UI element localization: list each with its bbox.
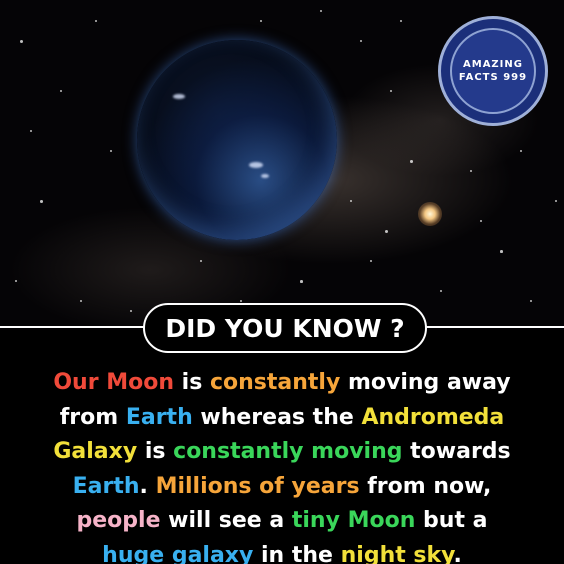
star <box>15 280 17 282</box>
did-you-know-badge: DID YOU KNOW ? <box>143 303 427 353</box>
star <box>500 250 503 253</box>
fact-segment: from <box>59 404 126 430</box>
star <box>480 220 482 222</box>
fact-segment: but a <box>415 508 488 533</box>
fact-segment: will see a <box>160 508 292 533</box>
logo-text-line1: AMAZING <box>463 59 523 70</box>
star <box>555 200 558 203</box>
fact-segment: from now, <box>359 473 492 499</box>
fact-line: huge galaxy in the night sky. <box>0 539 564 564</box>
star <box>470 170 472 172</box>
star <box>130 310 132 312</box>
fact-segment: Galaxy <box>53 439 138 464</box>
fact-segment: constantly moving <box>173 439 403 464</box>
star <box>360 40 363 43</box>
star <box>80 300 83 303</box>
fact-segment: towards <box>402 439 511 464</box>
fact-segment: moving away <box>340 370 511 395</box>
distant-sun <box>418 202 442 226</box>
planet-cloud <box>249 162 263 168</box>
star <box>110 150 112 152</box>
star <box>60 90 62 92</box>
fact-segment: is <box>174 370 210 395</box>
fact-segment: Earth <box>72 473 140 499</box>
fact-text: Our Moon is constantly moving away from E… <box>0 366 564 564</box>
star <box>320 10 322 12</box>
fact-segment: in the <box>253 542 341 564</box>
fact-line: Our Moon is constantly moving away <box>0 366 564 401</box>
planet <box>137 40 337 240</box>
fact-segment: Earth <box>125 404 193 430</box>
fact-segment: tiny Moon <box>291 508 416 533</box>
star <box>410 160 413 163</box>
fact-segment: . <box>453 542 462 564</box>
fact-segment: Millions of years <box>155 473 360 499</box>
fact-segment: huge galaxy <box>102 542 254 564</box>
star <box>440 290 443 293</box>
amazing-facts-logo: AMAZING FACTS 999 <box>438 16 548 126</box>
badge-label: DID YOU KNOW ? <box>165 313 405 343</box>
star <box>385 230 388 233</box>
star <box>20 40 23 43</box>
star <box>240 300 242 302</box>
star <box>520 150 522 152</box>
fact-segment: night sky <box>340 542 454 564</box>
fact-line: Galaxy is constantly moving towards <box>0 435 564 470</box>
fact-line: Earth. Millions of years from now, <box>0 470 564 505</box>
fact-segment: . <box>139 473 156 499</box>
poster: AMAZING FACTS 999 DID YOU KNOW ? Our Moo… <box>0 0 564 564</box>
fact-line: people will see a tiny Moon but a <box>0 504 564 539</box>
planet-cloud <box>173 94 185 99</box>
star <box>200 260 203 263</box>
fact-segment: constantly <box>209 370 341 395</box>
logo-text-line2: FACTS 999 <box>458 72 528 83</box>
fact-segment: people <box>76 508 161 533</box>
star <box>530 300 532 302</box>
star <box>260 20 262 22</box>
star <box>40 200 43 203</box>
fact-segment: Andromeda <box>361 404 505 430</box>
star <box>390 90 392 92</box>
star <box>95 20 98 23</box>
star <box>30 130 32 132</box>
logo-inner-ring: AMAZING FACTS 999 <box>450 28 536 114</box>
planet-cloud <box>261 174 269 178</box>
fact-segment: Our Moon <box>53 370 174 395</box>
star <box>300 280 303 283</box>
fact-line: from Earth whereas the Andromeda <box>0 401 564 436</box>
fact-segment: is <box>137 439 174 464</box>
fact-segment: whereas the <box>192 404 362 430</box>
star <box>400 20 402 22</box>
star <box>350 200 352 202</box>
star <box>370 260 372 262</box>
